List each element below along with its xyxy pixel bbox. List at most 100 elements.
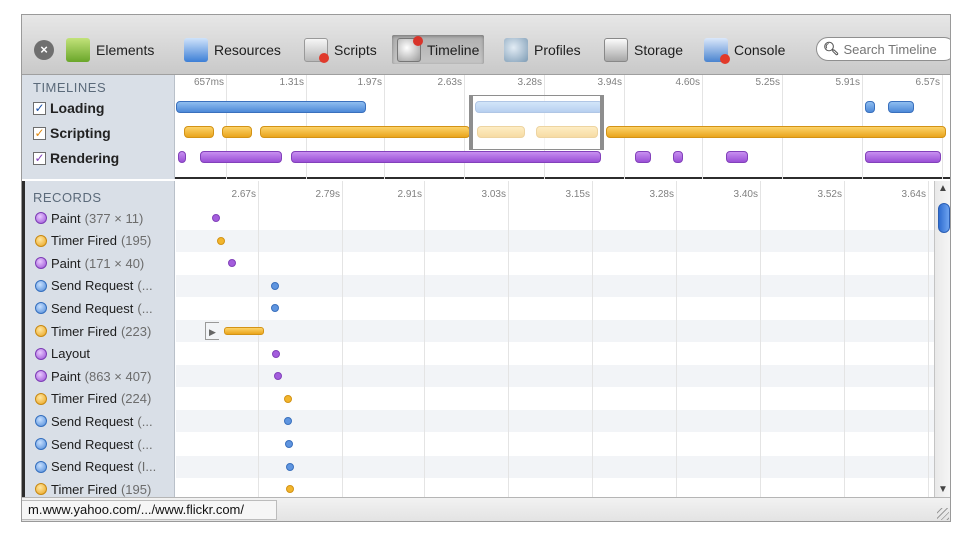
row-stripe xyxy=(176,365,934,388)
grid-line xyxy=(258,181,259,497)
tab-elements[interactable]: Elements xyxy=(66,35,154,64)
record-row[interactable]: Paint (377 × 11) xyxy=(22,207,175,229)
search-box[interactable]: 🔍︎ xyxy=(816,37,950,61)
records-header: RECORDS xyxy=(33,190,102,205)
tab-scripts-label: Scripts xyxy=(334,41,377,58)
status-bar: m.www.yahoo.com/.../www.flickr.com/ xyxy=(22,497,950,521)
record-row[interactable]: Layout xyxy=(22,343,175,365)
loading-checkbox[interactable]: ✓ Loading xyxy=(33,100,104,116)
scroll-down-icon[interactable]: ▼ xyxy=(938,484,948,495)
record-row[interactable]: Timer Fired (223) xyxy=(22,320,175,342)
record-row[interactable]: Timer Fired (224) xyxy=(22,388,175,410)
record-marker[interactable] xyxy=(286,462,294,471)
tick-label: 3.94s xyxy=(597,77,622,88)
timeline-bar xyxy=(865,101,875,113)
search-input[interactable] xyxy=(843,41,950,57)
record-type-icon xyxy=(35,438,47,450)
web-inspector-window: × Elements Resources Scripts Timeline Pr… xyxy=(21,14,951,522)
record-row[interactable]: Send Request (... xyxy=(22,410,175,432)
record-marker[interactable] xyxy=(217,236,225,245)
record-type-icon xyxy=(35,370,47,383)
scrollbar-thumb[interactable] xyxy=(938,203,950,233)
record-type: Send Request xyxy=(51,459,134,475)
record-row[interactable]: Timer Fired (195) xyxy=(22,230,175,252)
timelines-header: TIMELINES xyxy=(33,80,107,95)
tab-resources[interactable]: Resources xyxy=(184,35,281,64)
record-marker[interactable] xyxy=(212,214,220,222)
rendering-label: Rendering xyxy=(50,150,120,166)
record-marker[interactable] xyxy=(285,440,293,448)
timelines-overview: TIMELINES ✓ Loading ✓ Scripting ✓ Render… xyxy=(22,75,950,179)
timeline-bar xyxy=(635,151,651,163)
record-detail: (... xyxy=(137,436,153,452)
record-type: Layout xyxy=(51,346,91,362)
rendering-checkbox[interactable]: ✓ Rendering xyxy=(33,150,119,166)
tab-storage[interactable]: Storage xyxy=(604,35,683,64)
tab-profiles-label: Profiles xyxy=(534,41,581,58)
tab-timeline-label: Timeline xyxy=(427,41,480,58)
record-row[interactable]: Send Request (... xyxy=(22,433,175,455)
tab-scripts[interactable]: Scripts xyxy=(304,35,377,64)
record-type: Send Request xyxy=(51,413,134,429)
record-row[interactable]: Paint (863 × 407) xyxy=(22,365,175,387)
record-type: Paint xyxy=(51,368,81,384)
timeline-bar xyxy=(178,151,186,163)
overview-graph[interactable]: 657ms 1.31s 1.97s 2.63s 3.28s 3.94s 4.60s 5.25s… xyxy=(176,75,950,179)
tick-label: 6.57s xyxy=(915,77,940,88)
record-row[interactable]: Send Request (I... xyxy=(22,456,175,478)
record-detail: (... xyxy=(137,278,153,294)
close-icon[interactable]: × xyxy=(34,40,54,60)
grid-line xyxy=(592,181,593,497)
timeline-bar xyxy=(673,151,683,163)
tick-label: 1.97s xyxy=(357,77,382,88)
tick-label: 3.15s xyxy=(565,189,590,200)
tick-label: 3.40s xyxy=(733,189,758,200)
timeline-bar xyxy=(260,126,470,138)
record-marker[interactable] xyxy=(284,394,292,403)
records-panel: RECORDS Paint (377 × 11) Timer Fired (195) P… xyxy=(22,181,950,497)
tab-storage-label: Storage xyxy=(634,41,684,58)
record-detail: (195) xyxy=(120,481,152,497)
resize-grip-icon[interactable] xyxy=(937,508,949,520)
timelines-sidebar: TIMELINES ✓ Loading ✓ Scripting ✓ Render… xyxy=(22,75,175,179)
row-stripe xyxy=(176,274,934,297)
overview-selection[interactable] xyxy=(472,95,602,150)
timeline-bar xyxy=(865,151,941,163)
row-stripe xyxy=(176,320,934,342)
records-sidebar: RECORDS Paint (377 × 11) Timer Fired (195) P… xyxy=(22,181,175,497)
record-detail: (171 × 40) xyxy=(84,255,145,271)
expand-icon[interactable]: ▶ xyxy=(205,322,219,340)
records-scrollbar[interactable]: ▲ ▼ xyxy=(934,181,950,497)
scroll-up-icon[interactable]: ▲ xyxy=(938,183,948,194)
tab-console[interactable]: Console xyxy=(704,35,785,64)
record-row[interactable]: Send Request (... xyxy=(22,297,175,319)
tab-console-label: Console xyxy=(734,41,786,58)
timeline-bar xyxy=(888,101,914,113)
timeline-icon xyxy=(397,35,423,62)
record-marker[interactable] xyxy=(271,281,279,290)
record-type-icon xyxy=(35,234,47,247)
timeline-bar xyxy=(184,126,214,138)
scripting-checkbox[interactable]: ✓ Scripting xyxy=(33,125,111,141)
timeline-bar xyxy=(176,101,366,113)
selection-handle[interactable] xyxy=(600,95,604,150)
record-type: Timer Fired xyxy=(51,481,117,497)
status-url: m.www.yahoo.com/.../www.flickr.com/ xyxy=(22,500,277,520)
timeline-bar xyxy=(726,151,748,163)
selection-handle[interactable] xyxy=(469,95,473,150)
divider xyxy=(22,181,25,497)
grid-line xyxy=(424,181,425,497)
record-detail: (863 × 407) xyxy=(84,368,152,384)
record-bar[interactable] xyxy=(224,327,264,335)
record-type-icon xyxy=(35,279,47,292)
tick-label: 2.79s xyxy=(315,189,340,200)
record-type-icon xyxy=(35,347,47,360)
record-detail: (I... xyxy=(137,459,157,475)
tick-label: 5.25s xyxy=(755,77,780,88)
record-row[interactable]: Send Request (... xyxy=(22,275,175,297)
record-marker[interactable] xyxy=(272,349,280,358)
tab-profiles[interactable]: Profiles xyxy=(504,35,581,64)
record-row[interactable]: Paint (171 × 40) xyxy=(22,252,175,274)
tab-timeline[interactable]: Timeline xyxy=(392,35,485,64)
grid-line xyxy=(676,181,677,497)
